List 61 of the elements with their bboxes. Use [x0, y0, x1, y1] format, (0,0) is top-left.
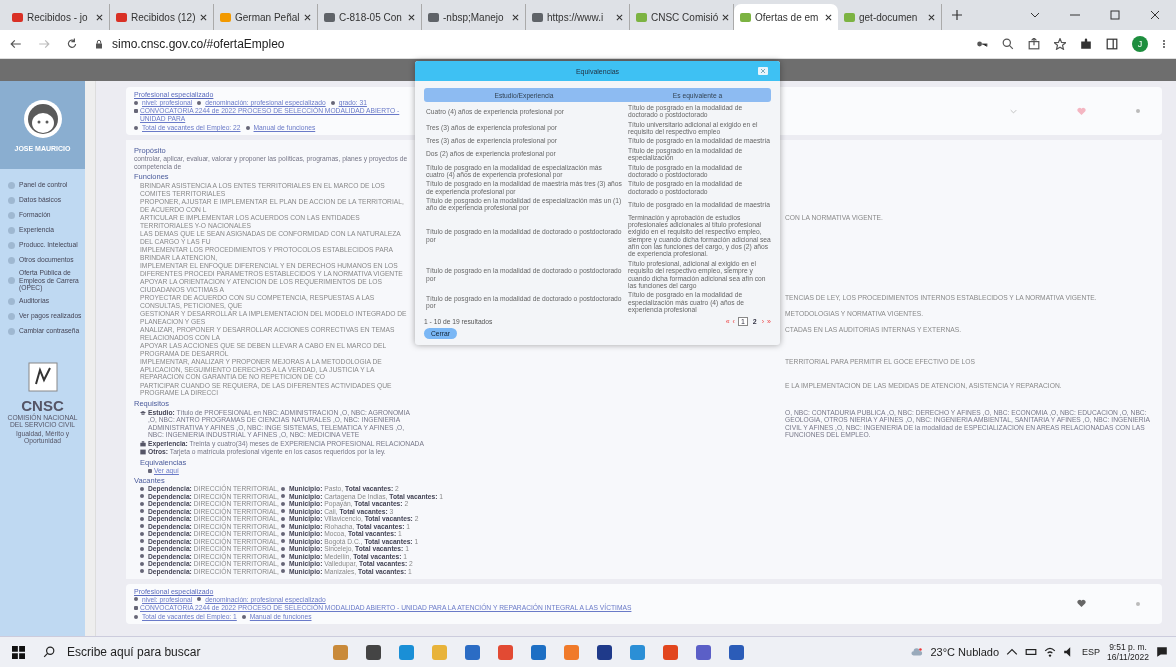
new-tab-icon[interactable] [952, 10, 962, 20]
lock-icon [94, 39, 104, 49]
avatar-icon [22, 98, 63, 139]
puzzle-icon[interactable] [1080, 38, 1092, 50]
browser-tab[interactable]: Recibidos - jo [6, 4, 110, 30]
close-icon[interactable] [616, 13, 623, 21]
browser-tab[interactable]: https://www.i [526, 4, 630, 30]
clock[interactable]: 9:51 p. m. 16/11/2022 [1107, 642, 1149, 662]
profile-avatar[interactable]: J [1132, 36, 1148, 52]
side-panel-icon[interactable] [1106, 38, 1118, 50]
notification-icon[interactable] [1156, 646, 1168, 658]
battery-icon[interactable] [1025, 646, 1038, 658]
share-icon[interactable] [1028, 38, 1040, 50]
menu-icon[interactable] [1162, 38, 1166, 50]
star-icon[interactable] [1054, 38, 1066, 50]
favicon-icon [428, 12, 439, 22]
logo-acronym: CNSC [21, 397, 64, 415]
language-indicator[interactable]: ESP [1082, 647, 1101, 657]
scrollbar[interactable] [85, 81, 96, 636]
browser-tab[interactable]: C-818-05 Con [318, 4, 422, 30]
favicon-icon [532, 12, 543, 22]
chevron-down-icon[interactable] [1030, 10, 1040, 20]
close-icon[interactable] [825, 13, 832, 21]
weather-text[interactable]: 23°C Nublado [930, 646, 1000, 658]
close-icon[interactable] [96, 13, 103, 21]
browser-tab[interactable]: get-documen [838, 4, 942, 30]
heart-icon[interactable] [1077, 599, 1086, 609]
favicon-icon [220, 12, 231, 22]
browser-tab[interactable]: German Peñal [214, 4, 318, 30]
reload-icon[interactable] [66, 38, 78, 50]
bullet-icon [1136, 109, 1140, 114]
favicon-icon [12, 12, 23, 22]
bullet-icon [1136, 602, 1140, 606]
close-icon[interactable] [200, 13, 207, 21]
close-icon[interactable] [722, 13, 730, 21]
briefcase-icon [140, 440, 146, 447]
browser-tab[interactable]: Ofertas de em [734, 4, 838, 30]
address-field[interactable]: simo.cnsc.gov.co/#ofertaEmpleo [94, 37, 960, 51]
back-icon[interactable] [10, 38, 22, 50]
cloud-icon [911, 646, 924, 658]
favicon-icon [844, 12, 855, 22]
favicon-icon [324, 12, 335, 22]
chevron-up-icon[interactable] [1006, 646, 1019, 658]
browser-tab[interactable]: -nbsp;Manejo [422, 4, 526, 30]
maximize-icon[interactable] [1110, 10, 1120, 20]
close-icon[interactable] [1150, 10, 1160, 20]
wifi-icon[interactable] [1044, 646, 1057, 658]
favicon-icon [740, 12, 751, 22]
search-icon [43, 646, 55, 658]
start-icon[interactable] [12, 645, 25, 659]
taskbar-search-field[interactable]: Escribe aquí para buscar [43, 644, 293, 660]
graduation-cap-icon [140, 409, 146, 416]
browser-tab[interactable]: Recibidos (12) [110, 4, 214, 30]
zoom-icon[interactable] [1002, 38, 1014, 50]
close-icon[interactable] [408, 13, 415, 21]
close-icon[interactable] [512, 13, 519, 21]
close-icon[interactable] [928, 13, 935, 21]
emblem-icon [27, 361, 58, 394]
favicon-icon [116, 12, 127, 22]
favicon-icon [636, 12, 647, 22]
close-icon[interactable] [304, 13, 311, 21]
